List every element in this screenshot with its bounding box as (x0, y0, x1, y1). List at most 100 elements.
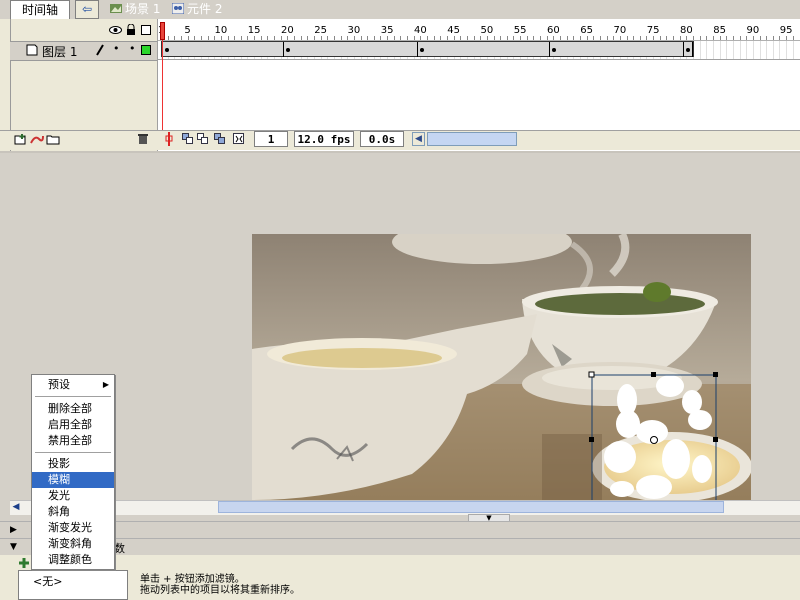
frame-ruler[interactable]: 15101520253035404550556065707580859095 (158, 22, 800, 41)
menu-item-drop-shadow[interactable]: 投影 (32, 456, 114, 472)
layer-outline-color[interactable] (141, 45, 151, 58)
stage-scrollbar-thumb[interactable] (218, 501, 724, 513)
filter-hint-text: 单击 + 按钮添加滤镜。 拖动列表中的项目以将其重新排序。 (140, 574, 300, 596)
ruler-tick (486, 36, 488, 40)
onion-outline-icon[interactable] (197, 133, 209, 148)
ruler-tick (267, 36, 269, 40)
menu-item-gradient-glow[interactable]: 渐变发光 (32, 520, 114, 536)
ruler-tick (260, 36, 262, 40)
breadcrumb-symbol[interactable]: 元件 2 (171, 0, 222, 18)
filter-list-item[interactable]: <无> (33, 573, 62, 589)
ruler-tick (307, 36, 309, 40)
ruler-tick (413, 36, 415, 40)
ruler-tick (579, 36, 581, 40)
ruler-tick (493, 36, 495, 40)
menu-item-enable-all[interactable]: 启用全部 (32, 417, 114, 433)
layer-header-icons (0, 22, 157, 40)
frame-cell-divider (699, 41, 701, 59)
ruler-tick (294, 36, 295, 40)
selection-bounding-box[interactable] (585, 368, 725, 508)
frame-cell-divider (759, 41, 761, 59)
ruler-tick (513, 36, 515, 40)
menu-item-blur[interactable]: 模糊 (32, 472, 114, 488)
layer-lock-dot[interactable]: • (129, 42, 136, 55)
add-guide-layer-icon[interactable] (30, 133, 44, 148)
breadcrumb-scene[interactable]: 场景 1 (110, 0, 160, 18)
ruler-tick (706, 36, 708, 40)
playhead[interactable] (160, 22, 165, 40)
collapse-arrow-icon[interactable]: ▼ (10, 542, 17, 552)
add-filter-menu: 预设 ▶ 删除全部 启用全部 禁用全部 投影 模糊 发光 斜角 渐变发光 渐变斜… (31, 374, 115, 570)
lock-icon[interactable] (126, 23, 136, 39)
ruler-label: 90 (746, 25, 760, 36)
ruler-tick (333, 36, 335, 40)
menu-separator (35, 396, 111, 397)
outline-icon[interactable] (141, 25, 151, 38)
keyframe-marker[interactable] (420, 48, 424, 52)
ruler-tick (200, 36, 202, 40)
menu-item-gradient-bevel[interactable]: 渐变斜角 (32, 536, 114, 552)
frame-cell-divider (706, 41, 708, 59)
ruler-tick (340, 36, 342, 40)
delete-layer-icon[interactable] (137, 133, 149, 148)
ruler-tick (506, 36, 508, 40)
frame-span[interactable] (161, 41, 694, 57)
frame-cell-divider (772, 41, 774, 59)
keyframe-marker[interactable] (552, 48, 556, 52)
keyframe-marker[interactable] (686, 48, 690, 52)
ruler-tick (732, 36, 734, 40)
ruler-tick (466, 36, 468, 40)
ruler-tick (719, 36, 721, 40)
menu-item-glow[interactable]: 发光 (32, 488, 114, 504)
keyframe-boundary (549, 42, 550, 57)
edit-multiple-frames-icon[interactable] (214, 133, 226, 148)
insert-layer-icon[interactable] (14, 133, 28, 148)
ruler-label: 45 (447, 25, 460, 36)
ruler-tick (187, 36, 189, 40)
menu-item-remove-all[interactable]: 删除全部 (32, 401, 114, 417)
tab-timeline[interactable]: 时间轴 (10, 0, 70, 19)
ruler-tick (619, 36, 621, 40)
timeline-scrollbar-thumb[interactable] (427, 132, 517, 146)
keyframe-marker[interactable] (165, 48, 169, 52)
properties-panel-header[interactable]: ▶ (0, 521, 800, 538)
ruler-label: 60 (546, 25, 560, 36)
keyframe-marker[interactable] (286, 48, 290, 52)
filter-list[interactable]: <无> (18, 570, 128, 600)
ruler-tick (653, 36, 655, 40)
ruler-tick (214, 36, 216, 40)
ruler-tick (606, 36, 608, 40)
stage-scroll-left-button[interactable]: ◀ (10, 501, 22, 513)
ruler-tick (746, 36, 748, 40)
frame-rate-field[interactable]: 12.0 fps (294, 131, 354, 147)
menu-item-disable-all[interactable]: 禁用全部 (32, 433, 114, 449)
onion-skin-icon[interactable] (182, 133, 194, 148)
expand-arrow-icon[interactable]: ▶ (10, 525, 17, 535)
filters-panel-header[interactable]: ▼ 数 (0, 538, 800, 555)
menu-item-bevel[interactable]: 斜角 (32, 504, 114, 520)
eye-icon[interactable] (109, 25, 122, 38)
ruler-tick (686, 36, 688, 40)
layer-icon (26, 44, 38, 59)
ruler-label: 70 (613, 25, 627, 36)
menu-item-presets[interactable]: 预设 ▶ (32, 377, 114, 393)
menu-item-adjust-color[interactable]: 调整颜色 (32, 552, 114, 568)
ruler-label: 65 (580, 25, 593, 36)
ruler-tick (679, 36, 681, 40)
frame-cell-divider (786, 41, 788, 59)
center-frame-icon[interactable] (164, 132, 174, 149)
back-arrow-button[interactable]: ⇦ (75, 0, 99, 19)
timeline-scroll-left-button[interactable]: ◀ (412, 132, 425, 146)
ruler-tick (739, 36, 741, 40)
back-arrow-icon: ⇦ (81, 2, 93, 16)
layer-visible-dot[interactable]: • (113, 42, 120, 55)
ruler-tick (473, 36, 475, 40)
frame-cell-divider (712, 41, 714, 59)
modify-onion-markers-icon[interactable] (233, 133, 245, 148)
layer-row[interactable]: 图层 1 • • (10, 41, 157, 61)
ruler-tick (254, 36, 256, 40)
insert-folder-icon[interactable] (46, 133, 60, 148)
pencil-icon (95, 44, 105, 59)
ruler-label: 35 (380, 25, 394, 36)
layer-name[interactable]: 图层 1 (42, 43, 77, 60)
